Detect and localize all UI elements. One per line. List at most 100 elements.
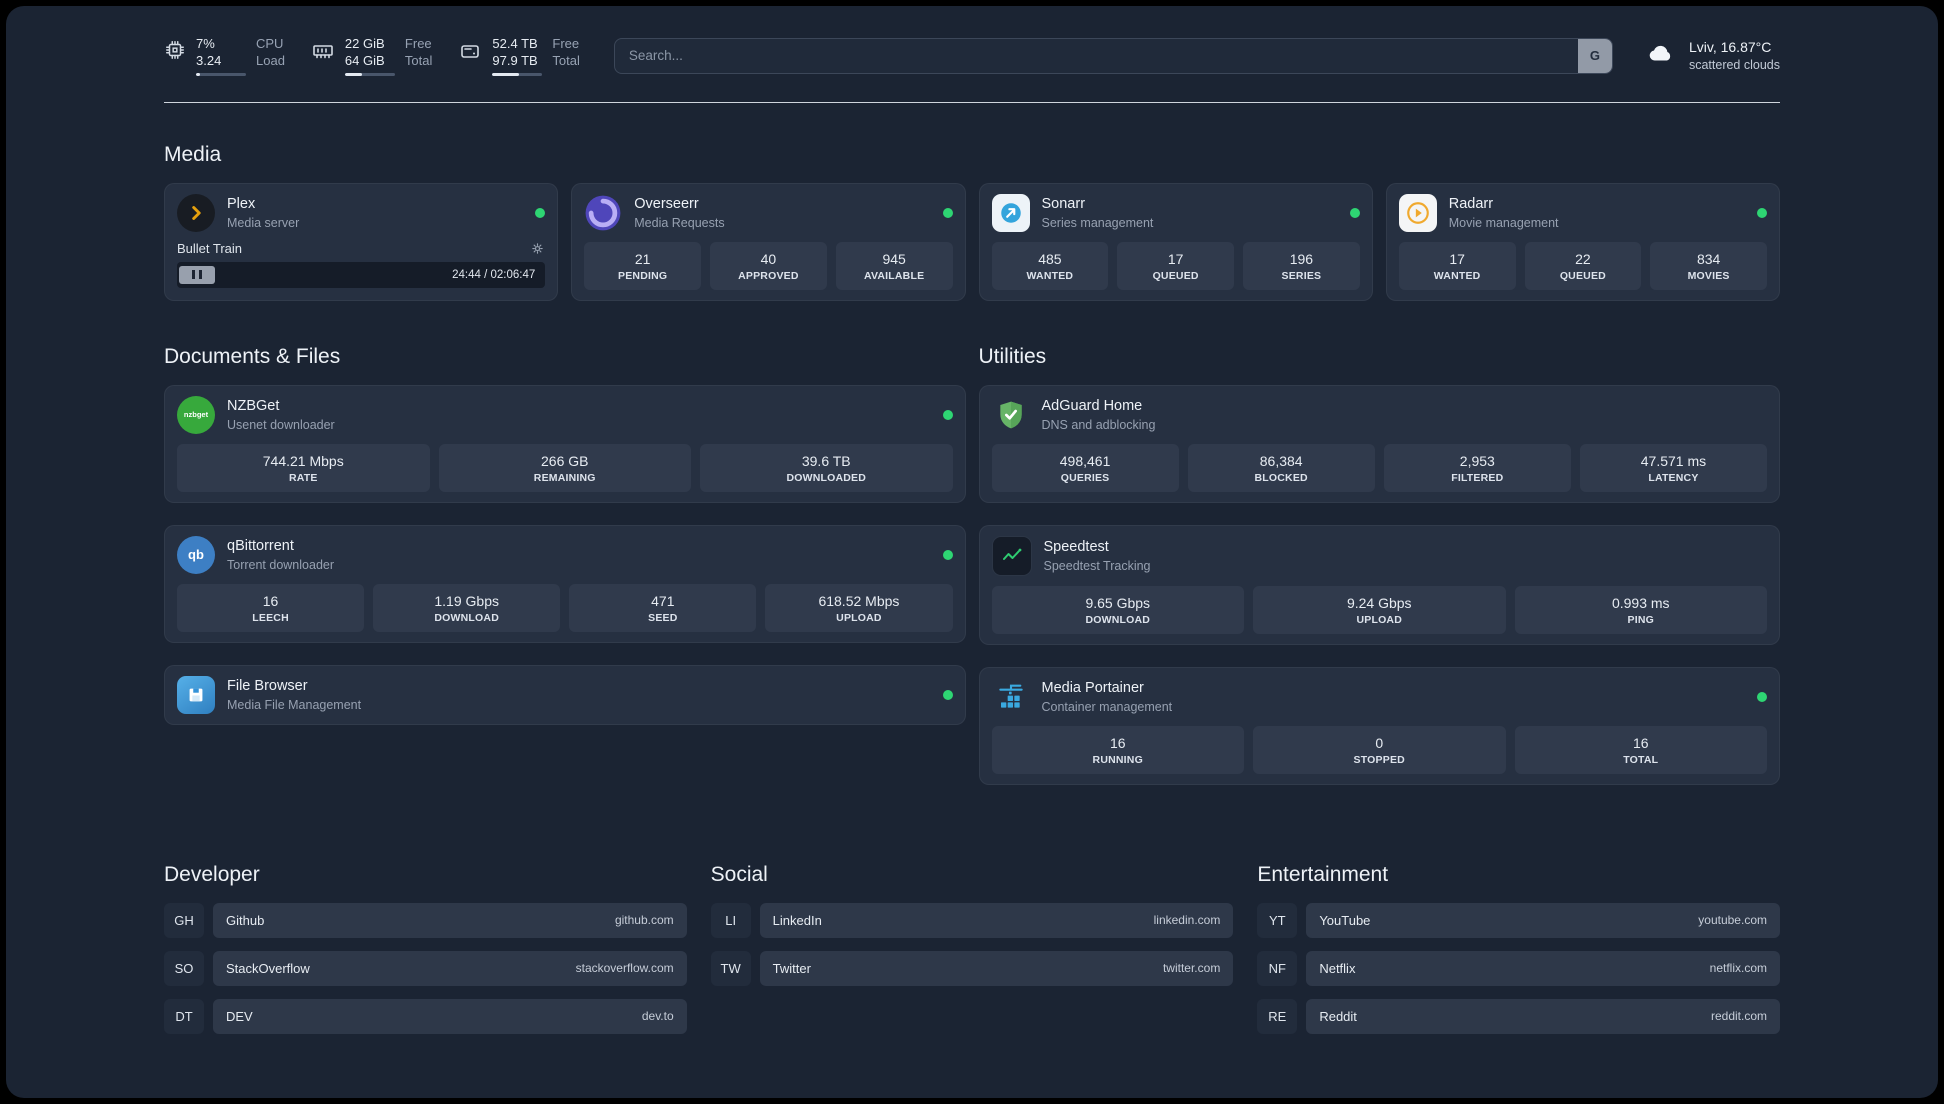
sonarr-link[interactable]: Sonarr Series management: [991, 193, 1360, 232]
stat-tile: 86,384 BLOCKED: [1187, 443, 1375, 492]
stat-value: 1.19 Gbps: [434, 592, 499, 609]
search-provider-button[interactable]: G: [1577, 38, 1612, 73]
documents-column: Documents & Files nzbget NZBGet Usenet d…: [164, 305, 966, 747]
stat-label: DOWNLOADED: [786, 471, 867, 484]
stat-value: 2,953: [1459, 452, 1495, 469]
pause-button[interactable]: [179, 265, 215, 284]
nzbget-link[interactable]: nzbget NZBGet Usenet downloader: [177, 395, 953, 434]
stat-label: MOVIES: [1687, 269, 1730, 282]
media-player-bar: 24:44 / 02:06:47: [177, 261, 546, 288]
stat-tile: 39.6 TB DOWNLOADED: [700, 443, 953, 492]
bookmarks: Developer GH Github github.com SO StackO…: [164, 863, 1780, 1047]
stat-tile: 618.52 Mbps UPLOAD: [765, 583, 953, 632]
stat-value: 196: [1289, 250, 1314, 267]
stat-label: STOPPED: [1353, 753, 1405, 766]
bookmark-dev[interactable]: DT DEV dev.to: [164, 998, 687, 1034]
stat-tile: 40 APPROVED: [710, 241, 827, 290]
media-grid: Plex Media server Bullet Train 24:44 / 0…: [164, 182, 1780, 301]
stat-value: 9.65 Gbps: [1085, 594, 1151, 611]
app-subtitle: Container management: [1041, 699, 1173, 714]
stat-tile: 266 GB REMAINING: [438, 443, 691, 492]
bookmark-abbr: DT: [164, 998, 204, 1034]
stat-label: AVAILABLE: [863, 269, 925, 282]
memory-icon: [311, 39, 335, 63]
plex-link[interactable]: Plex Media server: [177, 193, 546, 232]
bookmark-youtube[interactable]: YT YouTube youtube.com: [1257, 902, 1780, 938]
adguard-link[interactable]: AdGuard Home DNS and adblocking: [992, 396, 1768, 434]
overseerr-icon: [584, 194, 622, 232]
bookmark-netflix[interactable]: NF Netflix netflix.com: [1257, 950, 1780, 986]
bookmark-url: github.com: [614, 913, 674, 928]
stat-label: QUEUED: [1152, 269, 1199, 282]
app-subtitle: Media server: [227, 215, 300, 230]
stat-label: PING: [1627, 613, 1654, 626]
filebrowser-link[interactable]: File Browser Media File Management: [177, 675, 953, 714]
overseerr-link[interactable]: Overseerr Media Requests: [584, 194, 953, 232]
bookmark-github[interactable]: GH Github github.com: [164, 902, 687, 938]
search-input[interactable]: [613, 37, 1613, 74]
filebrowser-icon: [177, 675, 215, 714]
stat-tile: 47.571 ms LATENCY: [1579, 443, 1767, 492]
nzbget-icon: nzbget: [177, 395, 215, 434]
bookmark-name: Github: [226, 912, 265, 928]
stat-tile: 9.24 Gbps UPLOAD: [1253, 585, 1506, 634]
stat-value: 744.21 Mbps: [262, 452, 344, 469]
disk-free-value: 52.4 TB: [492, 36, 538, 51]
bookmark-abbr: RE: [1257, 998, 1298, 1034]
bookmark-linkedin[interactable]: LI LinkedIn linkedin.com: [710, 902, 1234, 938]
stat-label: UPLOAD: [836, 611, 882, 624]
stat-label: APPROVED: [738, 269, 799, 282]
stat-label: SERIES: [1281, 269, 1322, 282]
stat-tile: 834 MOVIES: [1650, 241, 1767, 290]
stat-value: 17: [1449, 250, 1465, 267]
status-dot: [942, 549, 953, 560]
top-bar: 7% 3.24 CPU Load 22 GiB 64 GiB Free Tota…: [164, 36, 1780, 76]
stat-value: 945: [882, 250, 906, 267]
bookmark-reddit[interactable]: RE Reddit reddit.com: [1257, 998, 1780, 1034]
cloud-icon: [1643, 38, 1679, 73]
app-name: Speedtest: [1043, 538, 1109, 555]
stat-label: FILTERED: [1451, 471, 1504, 484]
section-title-media: Media: [164, 142, 222, 166]
stat-tile: 196 SERIES: [1243, 241, 1360, 290]
portainer-link[interactable]: Media Portainer Container management: [992, 678, 1767, 716]
stat-value: 22: [1575, 250, 1591, 267]
app-name: Plex: [227, 195, 256, 212]
stat-label: BLOCKED: [1254, 471, 1308, 484]
stat-tile: 17 QUEUED: [1117, 241, 1234, 290]
weather-widget: Lviv, 16.87°C scattered clouds: [1643, 38, 1780, 74]
stat-value: 17: [1167, 250, 1184, 267]
nzbget-icon-text: nzbget: [183, 410, 209, 420]
stat-value: 498,461: [1059, 452, 1111, 469]
stat-tile: 744.21 Mbps RATE: [177, 443, 430, 492]
bookmark-twitter[interactable]: TW Twitter twitter.com: [710, 950, 1234, 986]
bookmark-name: StackOverflow: [226, 960, 310, 976]
plex-icon: [177, 193, 215, 232]
cpu-label: CPU: [256, 36, 284, 51]
bookmark-name: Twitter: [772, 960, 811, 976]
radarr-link[interactable]: Radarr Movie management: [1398, 193, 1767, 232]
qbittorrent-icon: qb: [177, 535, 215, 574]
app-name: File Browser: [227, 677, 308, 694]
portainer-icon: [992, 678, 1030, 716]
stat-tile: 21 PENDING: [584, 241, 701, 290]
stat-label: LATENCY: [1648, 471, 1699, 484]
gear-icon[interactable]: [530, 241, 545, 256]
app-subtitle: Torrent downloader: [227, 557, 335, 572]
speedtest-link[interactable]: Speedtest Speedtest Tracking: [991, 535, 1768, 576]
stat-value: 0: [1375, 734, 1384, 751]
nzbget-card: nzbget NZBGet Usenet downloader 744.21 M…: [164, 384, 966, 503]
disk-free-label: Free: [552, 36, 580, 51]
stat-label: LEECH: [252, 611, 289, 624]
bookmark-url: dev.to: [641, 1009, 674, 1024]
qbittorrent-link[interactable]: qb qBittorrent Torrent downloader: [177, 535, 953, 574]
section-title-social: Social: [710, 862, 768, 886]
app-name: Radarr: [1448, 195, 1494, 212]
memory-free-value: 22 GiB: [344, 36, 385, 51]
stat-value: 9.24 Gbps: [1346, 594, 1412, 611]
section-title-entertainment: Entertainment: [1257, 862, 1389, 886]
stat-tile: 16 RUNNING: [991, 725, 1244, 774]
bookmark-stackoverflow[interactable]: SO StackOverflow stackoverflow.com: [164, 950, 687, 986]
bookmark-url: stackoverflow.com: [575, 961, 674, 976]
stat-label: WANTED: [1026, 269, 1074, 282]
